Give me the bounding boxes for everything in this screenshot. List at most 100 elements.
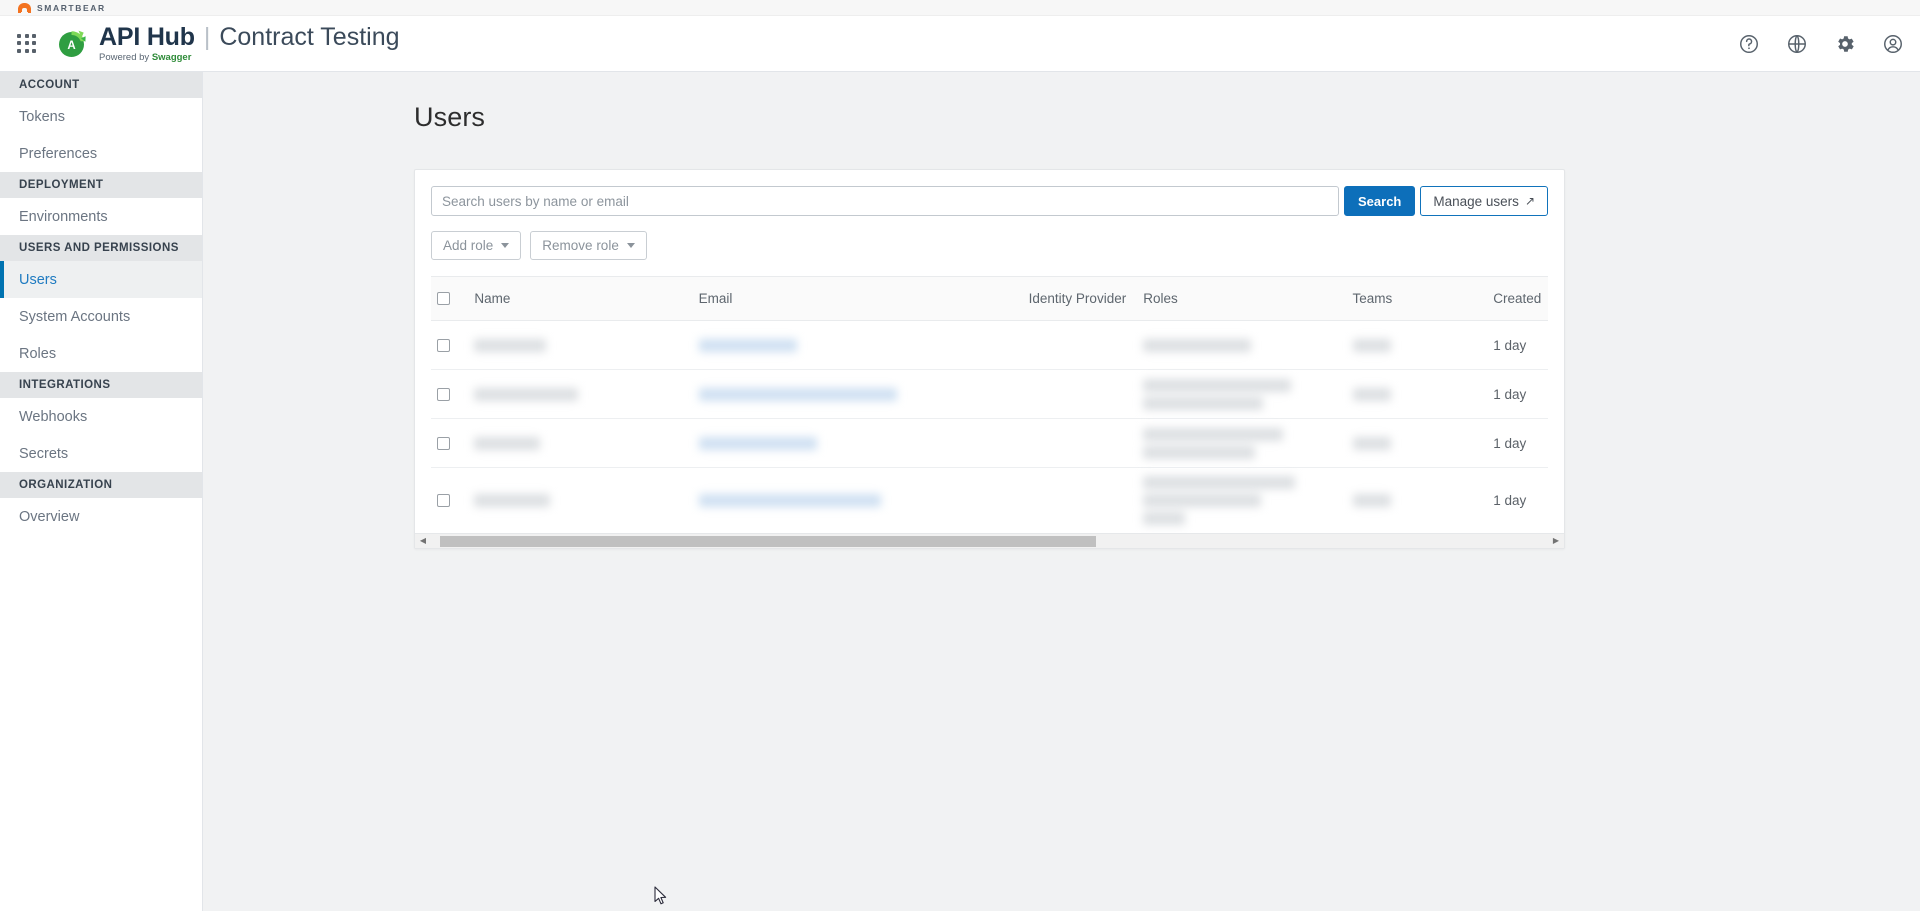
row-checkbox[interactable]: [437, 494, 450, 507]
search-button[interactable]: Search: [1344, 186, 1416, 216]
gear-icon[interactable]: [1834, 33, 1856, 55]
sidebar-item-label: Overview: [19, 508, 80, 525]
sidebar-section-integrations: INTEGRATIONS: [0, 372, 202, 398]
cell-roles: [1137, 418, 1347, 468]
add-role-dropdown[interactable]: Add role: [431, 231, 522, 260]
table-row[interactable]: 1 day: [431, 369, 1548, 419]
cell-created: 1 day: [1487, 369, 1548, 419]
column-header-roles[interactable]: Roles: [1137, 276, 1347, 321]
sidebar-item-label: System Accounts: [19, 308, 131, 325]
search-input[interactable]: [431, 186, 1339, 216]
manage-users-label: Manage users: [1433, 193, 1519, 209]
redacted-content: [698, 436, 1017, 450]
globe-icon[interactable]: [1786, 33, 1808, 55]
row-select-cell: [431, 320, 469, 370]
cell-name: [468, 418, 693, 468]
redacted-content: [1143, 427, 1340, 459]
cell-identity-provider: [1022, 369, 1138, 419]
scrollbar-thumb[interactable]: [440, 535, 1096, 547]
sidebar-item-system-accounts[interactable]: System Accounts: [0, 298, 202, 335]
cell-teams: [1346, 418, 1488, 468]
column-header-created[interactable]: Created: [1487, 276, 1548, 321]
sidebar-section-users-and-permissions: USERS AND PERMISSIONS: [0, 235, 202, 261]
users-table-body: 1 day 1 day 1 day 1 day: [431, 320, 1548, 534]
sidebar-item-label: Secrets: [19, 445, 69, 462]
header-icon-group: [1738, 16, 1904, 72]
api-hub-swagger-logo-icon: A: [56, 28, 87, 59]
svg-text:A: A: [67, 40, 75, 52]
row-checkbox[interactable]: [437, 436, 450, 450]
smartbear-wordmark: SMARTBEAR: [37, 2, 106, 13]
cell-identity-provider: [1022, 320, 1138, 370]
column-header-identity-provider[interactable]: Identity Provider: [1022, 276, 1138, 321]
sidebar-item-label: Preferences: [19, 145, 98, 162]
cell-created: 1 day: [1487, 320, 1548, 370]
cell-email: [692, 369, 1023, 419]
cell-teams: [1347, 468, 1488, 534]
redacted-content: [698, 494, 1017, 507]
table-row[interactable]: 1 day: [431, 468, 1548, 534]
smartbear-bear-icon: [18, 2, 31, 13]
sidebar-item-label: Tokens: [19, 108, 65, 125]
redacted-content: [474, 387, 686, 401]
add-role-label: Add role: [443, 238, 494, 253]
powered-by-label: Powered by Swagger: [99, 53, 400, 63]
users-panel: Search Manage users ↗ Add role Remove ro…: [414, 169, 1565, 549]
cell-identity-provider: [1022, 418, 1138, 468]
row-checkbox[interactable]: [437, 387, 450, 401]
cell-email: [692, 418, 1023, 468]
cell-name: [468, 320, 693, 370]
sidebar-item-label: Users: [19, 271, 57, 288]
redacted-content: [1143, 378, 1340, 410]
sidebar-item-secrets[interactable]: Secrets: [0, 435, 202, 472]
sidebar-item-users[interactable]: Users: [0, 261, 202, 298]
smartbear-strip: SMARTBEAR: [0, 0, 1920, 16]
role-actions-row: Add role Remove role: [431, 231, 1548, 260]
row-select-cell: [431, 418, 469, 468]
select-all-checkbox[interactable]: [437, 292, 450, 305]
help-icon[interactable]: [1738, 33, 1760, 55]
cell-roles: [1137, 468, 1346, 534]
cell-roles: [1137, 369, 1347, 419]
brand-logo[interactable]: A API Hub | Contract Testing Powered by …: [56, 22, 400, 63]
cell-email: [692, 320, 1023, 370]
redacted-content: [1143, 338, 1340, 352]
redacted-content: [474, 338, 686, 352]
sidebar-item-label: Roles: [19, 345, 57, 362]
cell-created: 1 day: [1493, 493, 1527, 508]
sidebar-item-webhooks[interactable]: Webhooks: [0, 398, 202, 435]
column-header-teams[interactable]: Teams: [1346, 276, 1488, 321]
redacted-content: [1143, 476, 1340, 525]
brand-product: Contract Testing: [219, 22, 400, 51]
redacted-content: [474, 494, 686, 507]
sidebar-item-roles[interactable]: Roles: [0, 335, 202, 372]
column-header-name[interactable]: Name: [468, 276, 693, 321]
manage-users-button[interactable]: Manage users ↗: [1420, 186, 1548, 216]
cell-teams: [1346, 369, 1488, 419]
sidebar-item-preferences[interactable]: Preferences: [0, 135, 202, 172]
cell-name: [468, 468, 692, 534]
external-link-icon: ↗: [1524, 194, 1535, 208]
sidebar-item-label: Environments: [19, 208, 108, 225]
sidebar-item-overview[interactable]: Overview: [0, 498, 202, 535]
redacted-content: [698, 387, 1017, 401]
row-checkbox[interactable]: [437, 338, 450, 352]
account-icon[interactable]: [1882, 33, 1904, 55]
mouse-cursor: [654, 886, 667, 905]
app-grid-icon[interactable]: [14, 31, 40, 57]
users-table: Name Email Identity Provider Roles Teams…: [431, 276, 1548, 533]
sidebar-item-environments[interactable]: Environments: [0, 198, 202, 235]
column-header-email[interactable]: Email: [692, 276, 1023, 321]
horizontal-scrollbar[interactable]: ◀ ▶: [415, 533, 1564, 548]
scrollbar-track[interactable]: [429, 535, 1550, 548]
search-row: Search Manage users ↗: [431, 186, 1548, 216]
table-row[interactable]: 1 day: [431, 320, 1548, 370]
scroll-left-arrow-icon[interactable]: ◀: [417, 537, 429, 545]
remove-role-dropdown[interactable]: Remove role: [530, 231, 647, 260]
brand-separator: |: [203, 22, 211, 51]
row-select-cell: [431, 468, 468, 534]
scroll-right-arrow-icon[interactable]: ▶: [1550, 537, 1562, 545]
sidebar-item-tokens[interactable]: Tokens: [0, 98, 202, 135]
powered-by-prefix: Powered by: [99, 51, 152, 63]
table-row[interactable]: 1 day: [431, 418, 1548, 468]
